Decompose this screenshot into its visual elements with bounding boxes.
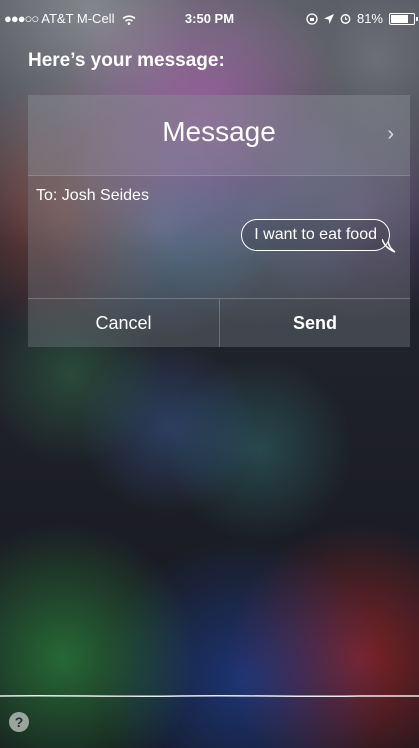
message-title: Message: [162, 116, 276, 147]
help-icon[interactable]: ?: [9, 712, 29, 732]
status-right-group: 81%: [306, 11, 418, 26]
lock-rotation-icon: [306, 12, 318, 25]
message-bubble: I want to eat food: [241, 219, 390, 251]
siri-waveform: [0, 695, 419, 697]
message-card-header[interactable]: Message ›: [28, 95, 410, 175]
siri-response-heading: Here’s your message:: [28, 50, 225, 71]
send-button[interactable]: Send: [220, 299, 410, 347]
status-bar: ●●●○○ AT&T M-Cell 3:50 PM 81%: [0, 0, 419, 36]
message-card: Message › To: Josh Seides I want to eat …: [28, 95, 410, 347]
alarm-icon: [340, 14, 351, 24]
recipient-label: To: Josh Seides: [36, 187, 149, 204]
battery-percent: 81%: [356, 11, 383, 26]
battery-icon: [389, 12, 418, 25]
bubble-tail-icon: [382, 239, 396, 253]
header-divider: [28, 175, 410, 176]
location-icon: [323, 13, 334, 24]
cancel-button[interactable]: Cancel: [28, 299, 219, 347]
chevron-right-icon[interactable]: ›: [387, 123, 394, 146]
